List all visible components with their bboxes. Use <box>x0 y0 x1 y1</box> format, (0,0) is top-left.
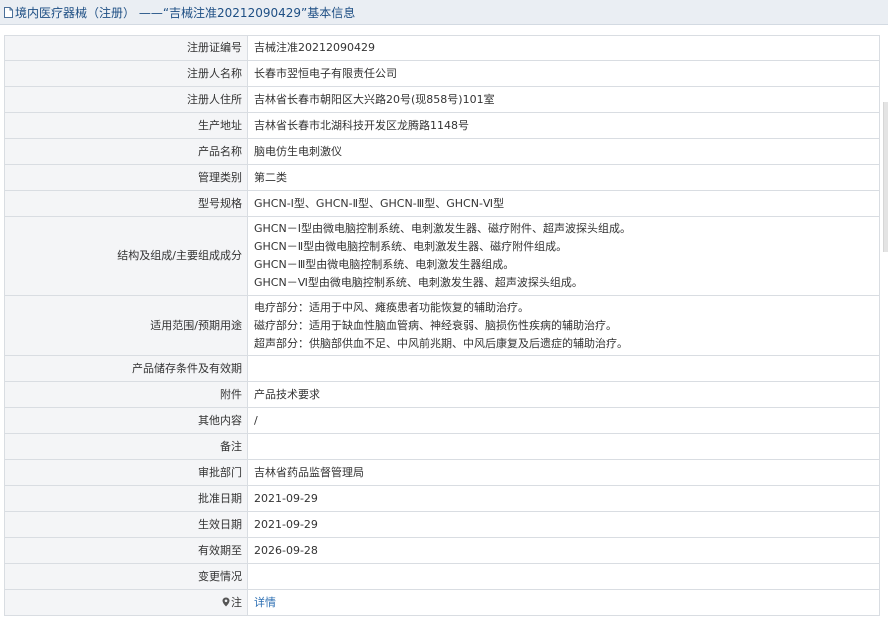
row-attachment: 附件 产品技术要求 <box>4 381 880 408</box>
value-attachment: 产品技术要求 <box>247 381 880 408</box>
row-remark: 备注 <box>4 433 880 460</box>
value-production-address: 吉林省长春市北湖科技开发区龙腾路1148号 <box>247 112 880 139</box>
row-registrant-address: 注册人住所 吉林省长春市朝阳区大兴路20号(现858号)101室 <box>4 86 880 113</box>
row-note: 注 详情 <box>4 589 880 616</box>
row-storage: 产品储存条件及有效期 <box>4 355 880 382</box>
page-title: 境内医疗器械（注册） ——“吉械注准20212090429”基本信息 <box>15 5 356 20</box>
row-scope: 适用范围/预期用途 电疗部分：适用于中风、瘫痪患者功能恢复的辅助治疗。 磁疗部分… <box>4 295 880 356</box>
registration-info-table: 注册证编号 吉械注准20212090429 注册人名称 长春市翌恒电子有限责任公… <box>4 35 880 616</box>
label-changes: 变更情况 <box>4 563 248 590</box>
scope-line: 超声部分：供脑部供血不足、中风前兆期、中风后康复及后遗症的辅助治疗。 <box>254 336 628 350</box>
value-reg-no: 吉械注准20212090429 <box>247 35 880 61</box>
value-other: / <box>247 407 880 434</box>
label-note-cell: 注 <box>4 589 248 616</box>
label-registrant-name: 注册人名称 <box>4 60 248 87</box>
value-approval-dept: 吉林省药品监督管理局 <box>247 459 880 486</box>
label-storage: 产品储存条件及有效期 <box>4 355 248 382</box>
value-approval-date: 2021-09-29 <box>247 485 880 512</box>
value-changes <box>247 563 880 590</box>
row-approval-dept: 审批部门 吉林省药品监督管理局 <box>4 459 880 486</box>
value-registrant-address: 吉林省长春市朝阳区大兴路20号(现858号)101室 <box>247 86 880 113</box>
row-structure: 结构及组成/主要组成成分 GHCN－Ⅰ型由微电脑控制系统、电刺激发生器、磁疗附件… <box>4 216 880 296</box>
label-management-class: 管理类别 <box>4 164 248 191</box>
label-approval-date: 批准日期 <box>4 485 248 512</box>
details-link[interactable]: 详情 <box>254 596 276 609</box>
structure-line: GHCN－Ⅵ型由微电脑控制系统、电刺激发生器、超声波探头组成。 <box>254 276 583 289</box>
label-attachment: 附件 <box>4 381 248 408</box>
label-note: 注 <box>231 595 242 609</box>
value-remark <box>247 433 880 460</box>
structure-line: GHCN－Ⅲ型由微电脑控制系统、电刺激发生器组成。 <box>254 258 515 271</box>
label-model-spec: 型号规格 <box>4 190 248 217</box>
label-product-name: 产品名称 <box>4 138 248 165</box>
value-storage <box>247 355 880 382</box>
value-effective-date: 2021-09-29 <box>247 511 880 538</box>
label-production-address: 生产地址 <box>4 112 248 139</box>
value-note-cell: 详情 <box>247 589 880 616</box>
pin-icon <box>222 597 230 606</box>
value-registrant-name: 长春市翌恒电子有限责任公司 <box>247 60 880 87</box>
value-structure: GHCN－Ⅰ型由微电脑控制系统、电刺激发生器、磁疗附件、超声波探头组成。 GHC… <box>247 216 880 296</box>
scope-line: 磁疗部分：适用于缺血性脑血管病、神经衰弱、脑损伤性疾病的辅助治疗。 <box>254 318 617 332</box>
value-expiry-date: 2026-09-28 <box>247 537 880 564</box>
label-expiry-date: 有效期至 <box>4 537 248 564</box>
label-reg-no: 注册证编号 <box>4 35 248 61</box>
row-reg-no: 注册证编号 吉械注准20212090429 <box>4 35 880 61</box>
scrollbar[interactable] <box>883 102 888 252</box>
label-registrant-address: 注册人住所 <box>4 86 248 113</box>
scope-line: 电疗部分：适用于中风、瘫痪患者功能恢复的辅助治疗。 <box>254 300 529 314</box>
label-remark: 备注 <box>4 433 248 460</box>
value-scope: 电疗部分：适用于中风、瘫痪患者功能恢复的辅助治疗。 磁疗部分：适用于缺血性脑血管… <box>247 295 880 356</box>
document-icon <box>4 6 13 18</box>
structure-line: GHCN－Ⅱ型由微电脑控制系统、电刺激发生器、磁疗附件组成。 <box>254 240 568 253</box>
row-approval-date: 批准日期 2021-09-29 <box>4 485 880 512</box>
label-approval-dept: 审批部门 <box>4 459 248 486</box>
row-effective-date: 生效日期 2021-09-29 <box>4 511 880 538</box>
value-management-class: 第二类 <box>247 164 880 191</box>
label-effective-date: 生效日期 <box>4 511 248 538</box>
row-other: 其他内容 / <box>4 407 880 434</box>
row-model-spec: 型号规格 GHCN-Ⅰ型、GHCN-Ⅱ型、GHCN-Ⅲ型、GHCN-Ⅵ型 <box>4 190 880 217</box>
row-product-name: 产品名称 脑电仿生电刺激仪 <box>4 138 880 165</box>
row-management-class: 管理类别 第二类 <box>4 164 880 191</box>
label-scope: 适用范围/预期用途 <box>4 295 248 356</box>
label-other: 其他内容 <box>4 407 248 434</box>
row-changes: 变更情况 <box>4 563 880 590</box>
value-product-name: 脑电仿生电刺激仪 <box>247 138 880 165</box>
row-expiry-date: 有效期至 2026-09-28 <box>4 537 880 564</box>
page-title-bar: 境内医疗器械（注册） ——“吉械注准20212090429”基本信息 <box>0 0 888 25</box>
value-model-spec: GHCN-Ⅰ型、GHCN-Ⅱ型、GHCN-Ⅲ型、GHCN-Ⅵ型 <box>247 190 880 217</box>
label-structure: 结构及组成/主要组成成分 <box>4 216 248 296</box>
structure-line: GHCN－Ⅰ型由微电脑控制系统、电刺激发生器、磁疗附件、超声波探头组成。 <box>254 222 631 235</box>
row-production-address: 生产地址 吉林省长春市北湖科技开发区龙腾路1148号 <box>4 112 880 139</box>
row-registrant-name: 注册人名称 长春市翌恒电子有限责任公司 <box>4 60 880 87</box>
